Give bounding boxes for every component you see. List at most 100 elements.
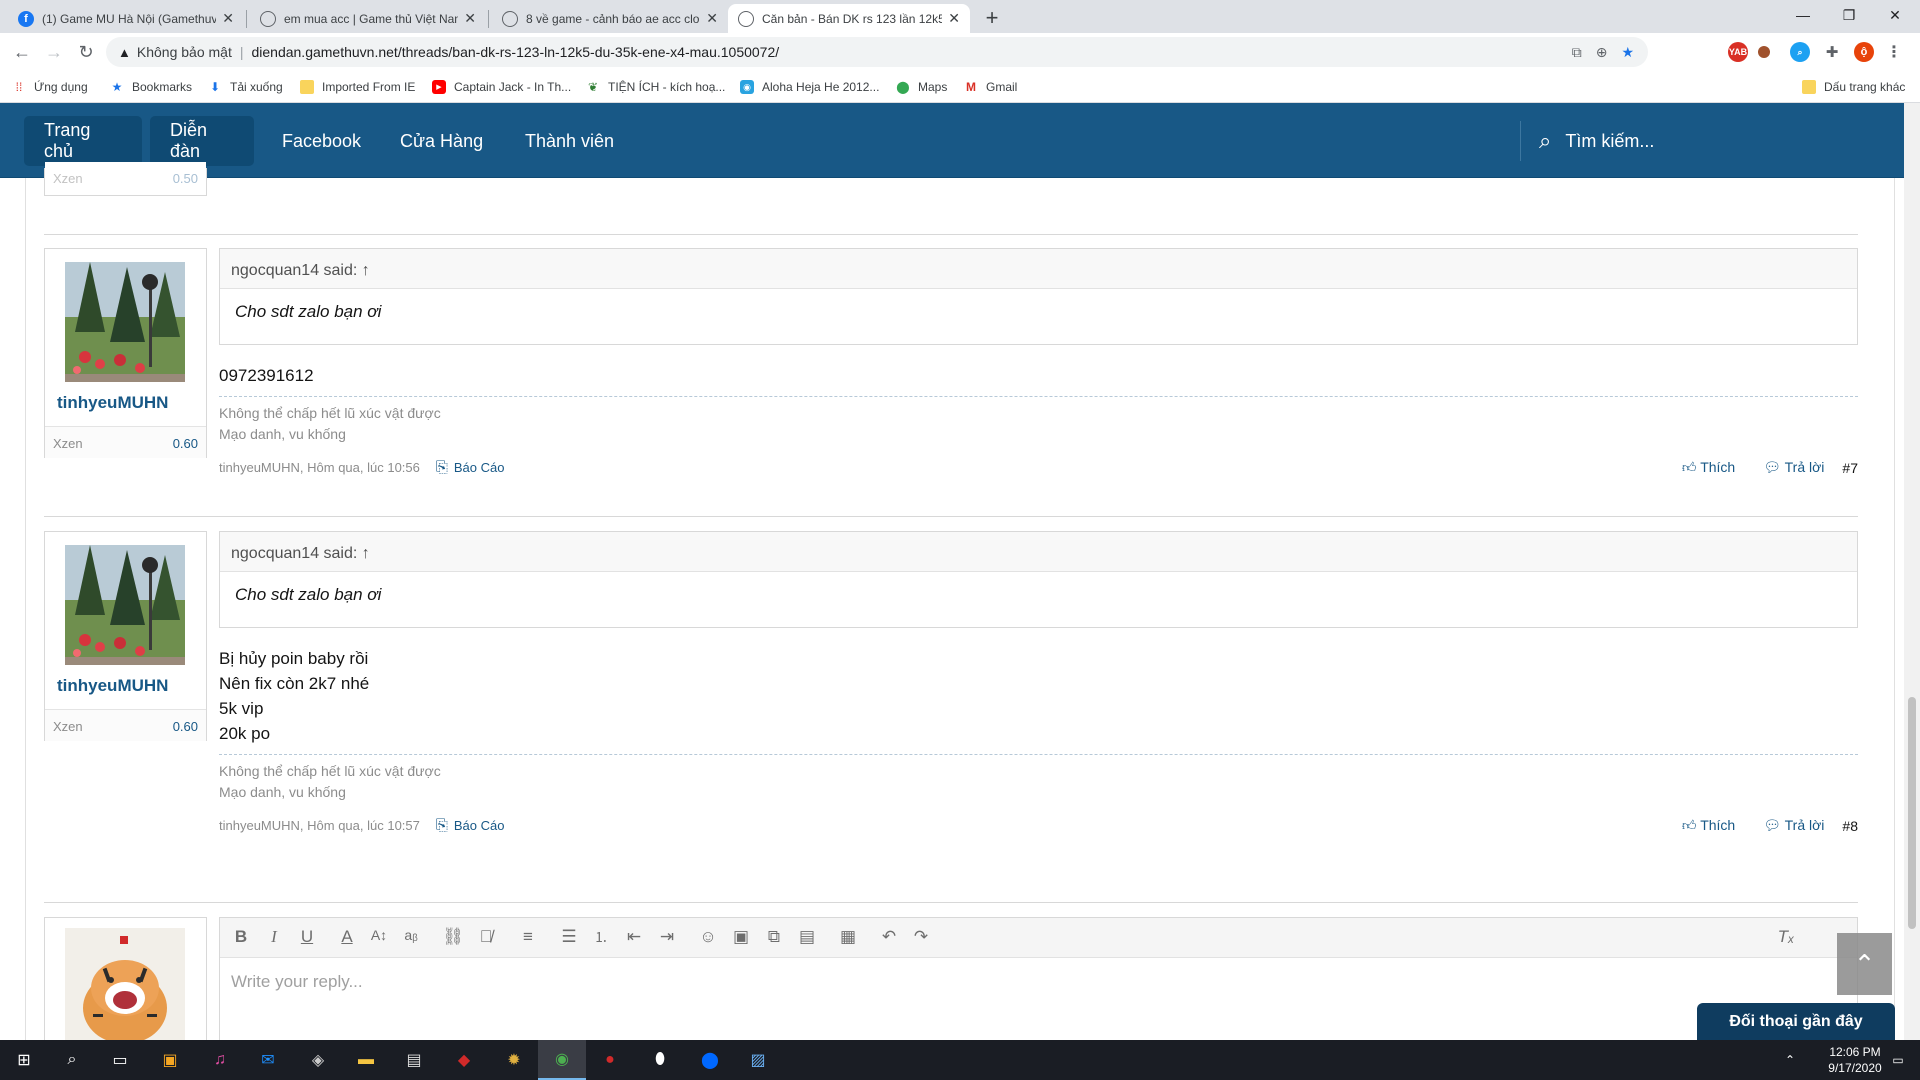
bold-icon[interactable]: B	[230, 927, 252, 947]
font-family-icon[interactable]: aᵦ	[400, 927, 422, 943]
underline-icon[interactable]: U	[296, 927, 318, 947]
other-bookmarks[interactable]: Dấu trang khác	[1802, 71, 1905, 103]
post-number[interactable]: #8	[1842, 818, 1858, 834]
forward-button[interactable]: →	[40, 38, 68, 66]
text-color-icon[interactable]: A	[336, 927, 358, 947]
extension-search-icon[interactable]: ⌕	[1790, 42, 1810, 62]
browser-tab[interactable]: em mua acc | Game thủ Việt Nam ✕	[250, 4, 486, 33]
bookmark-item[interactable]: ❦ TIỆN ÍCH - kích hoạ...	[586, 71, 725, 103]
smilie-icon[interactable]: ☺	[697, 927, 719, 947]
zalo-icon[interactable]: ⬤	[686, 1040, 734, 1080]
bookmark-item[interactable]: ★ Bookmarks	[110, 71, 192, 103]
link-icon[interactable]: ⛓	[442, 927, 464, 947]
menu-kebab-icon[interactable]: ⋮	[1884, 42, 1904, 62]
image-icon[interactable]: ▣	[730, 927, 752, 947]
post-number[interactable]: #7	[1842, 460, 1858, 476]
game-icon[interactable]: ◆	[440, 1040, 488, 1080]
post-date[interactable]: tinhyeuMUHN, Hôm qua, lúc 10:56	[219, 460, 420, 475]
scrollbar-thumb[interactable]	[1908, 697, 1916, 929]
browser-tab[interactable]: 8 về game - cảnh báo ae acc clon ✕	[492, 4, 728, 33]
new-tab-button[interactable]: +	[978, 4, 1006, 32]
avatar[interactable]	[65, 262, 185, 382]
bookmark-item[interactable]: ◉ Aloha Heja He 2012...	[740, 71, 879, 103]
address-bar[interactable]: ▲ Không bảo mật | diendan.gamethuvn.net/…	[106, 37, 1648, 67]
insert-icon[interactable]: ▤	[796, 927, 818, 947]
extensions-icon[interactable]: ✚	[1822, 42, 1842, 62]
reply-input[interactable]: Write your reply...	[231, 972, 363, 992]
reply-button[interactable]: 💬︎ Trả lời	[1749, 817, 1824, 834]
yab-icon[interactable]: ●	[586, 1040, 634, 1080]
redo-icon[interactable]: ↷	[910, 927, 932, 947]
zoom-icon[interactable]: ⊕	[1596, 44, 1608, 61]
nav-store[interactable]: Cửa Hàng	[380, 116, 503, 166]
bookmark-item[interactable]: ⬤ Maps	[896, 71, 947, 103]
bookmark-apps[interactable]: ⁞⁞ Ứng dụng	[12, 71, 88, 103]
recent-conversations-button[interactable]: Đối thoại gần đây	[1697, 1003, 1895, 1040]
search-icon[interactable]: ⌕	[48, 1040, 96, 1080]
file-explorer-icon[interactable]: ▬	[342, 1040, 390, 1080]
extension-yab-icon[interactable]: YAB	[1728, 42, 1748, 62]
mouse-icon[interactable]: ⬮	[636, 1040, 684, 1080]
indent-icon[interactable]: ⇥	[656, 927, 678, 947]
nav-home[interactable]: Trang chủ	[24, 116, 142, 166]
bullet-list-icon[interactable]: ☰	[558, 927, 580, 947]
profile-avatar[interactable]: ộ	[1854, 42, 1874, 62]
avatar[interactable]	[65, 928, 185, 1048]
app-icon[interactable]: ◈	[294, 1040, 342, 1080]
unlink-icon[interactable]: ⛓̸	[475, 927, 497, 947]
scroll-to-top-button[interactable]: ⌃	[1837, 933, 1892, 995]
quote-header[interactable]: ngocquan14 said: ↑	[220, 532, 1857, 572]
post-date[interactable]: tinhyeuMUHN, Hôm qua, lúc 10:57	[219, 818, 420, 833]
bookmark-star-icon[interactable]: ★	[1621, 44, 1634, 61]
arrow-up-icon[interactable]: ↑	[362, 262, 370, 279]
close-tab-icon[interactable]: ✕	[464, 10, 476, 27]
report-button[interactable]: ⎘ Báo Cáo	[436, 459, 505, 476]
close-tab-icon[interactable]: ✕	[222, 10, 234, 27]
bookmark-item[interactable]: Imported From IE	[300, 71, 415, 103]
remove-format-icon[interactable]: Tₓ	[1775, 927, 1797, 947]
numbered-list-icon[interactable]: ⒈	[590, 927, 612, 947]
save-draft-icon[interactable]: ▦	[837, 927, 859, 947]
report-button[interactable]: ⎘ Báo Cáo	[436, 817, 505, 834]
browser-tab[interactable]: f (1) Game MU Hà Nội (Gamethuvn ✕	[8, 4, 244, 33]
close-tab-icon[interactable]: ✕	[706, 10, 718, 27]
page-scrollbar[interactable]	[1904, 103, 1920, 1040]
bookmark-item[interactable]: M Gmail	[964, 71, 1017, 103]
mail-icon[interactable]: ✉	[244, 1040, 292, 1080]
media-icon[interactable]: ⧉	[763, 927, 785, 947]
photos-icon[interactable]: ▨	[734, 1040, 782, 1080]
nav-forum[interactable]: Diễn đàn	[150, 116, 254, 166]
extension-puzzle-icon[interactable]: ⧉	[1572, 44, 1582, 61]
like-button[interactable]: 👍︎ Thích	[1668, 459, 1735, 476]
undo-icon[interactable]: ↶	[878, 927, 900, 947]
maximize-button[interactable]: ❐	[1826, 0, 1872, 30]
font-size-icon[interactable]: A↕	[368, 927, 390, 943]
extension-cookie-icon[interactable]	[1758, 46, 1770, 58]
task-view-icon[interactable]: ▭	[96, 1040, 144, 1080]
nav-facebook[interactable]: Facebook	[262, 116, 381, 166]
align-icon[interactable]: ≡	[517, 927, 539, 947]
minimize-button[interactable]: —	[1780, 0, 1826, 30]
music-icon[interactable]: ♫	[196, 1040, 244, 1080]
username-link[interactable]: tinhyeuMUHN	[57, 393, 168, 413]
url-text[interactable]: diendan.gamethuvn.net/threads/ban-dk-rs-…	[251, 44, 779, 60]
back-button[interactable]: ←	[8, 38, 36, 66]
avatar[interactable]	[65, 545, 185, 665]
site-search[interactable]: ⌕ Tìm kiếm...	[1520, 121, 1654, 161]
nav-members[interactable]: Thành viên	[505, 116, 634, 166]
chrome-icon[interactable]: ◉	[538, 1040, 586, 1080]
bookmark-item[interactable]: ⬇ Tải xuống	[208, 71, 283, 103]
windows-start-icon[interactable]: ⊞	[0, 1040, 48, 1080]
quote-header[interactable]: ngocquan14 said: ↑	[220, 249, 1857, 289]
close-tab-icon[interactable]: ✕	[948, 10, 960, 27]
arrow-up-icon[interactable]: ↑	[362, 545, 370, 562]
browser-tab-active[interactable]: Căn bản - Bán DK rs 123 lần 12k5 ✕	[728, 4, 970, 33]
app-icon[interactable]: ▣	[146, 1040, 194, 1080]
notifications-icon[interactable]: ▭	[1880, 1040, 1916, 1080]
close-window-button[interactable]: ✕	[1872, 0, 1918, 30]
reply-button[interactable]: 💬︎ Trả lời	[1749, 459, 1824, 476]
like-button[interactable]: 👍︎ Thích	[1668, 817, 1735, 834]
store-icon[interactable]: ▤	[390, 1040, 438, 1080]
tray-chevron-icon[interactable]: ⌃	[1775, 1040, 1805, 1080]
mu-game-icon[interactable]: ✹	[490, 1040, 538, 1080]
